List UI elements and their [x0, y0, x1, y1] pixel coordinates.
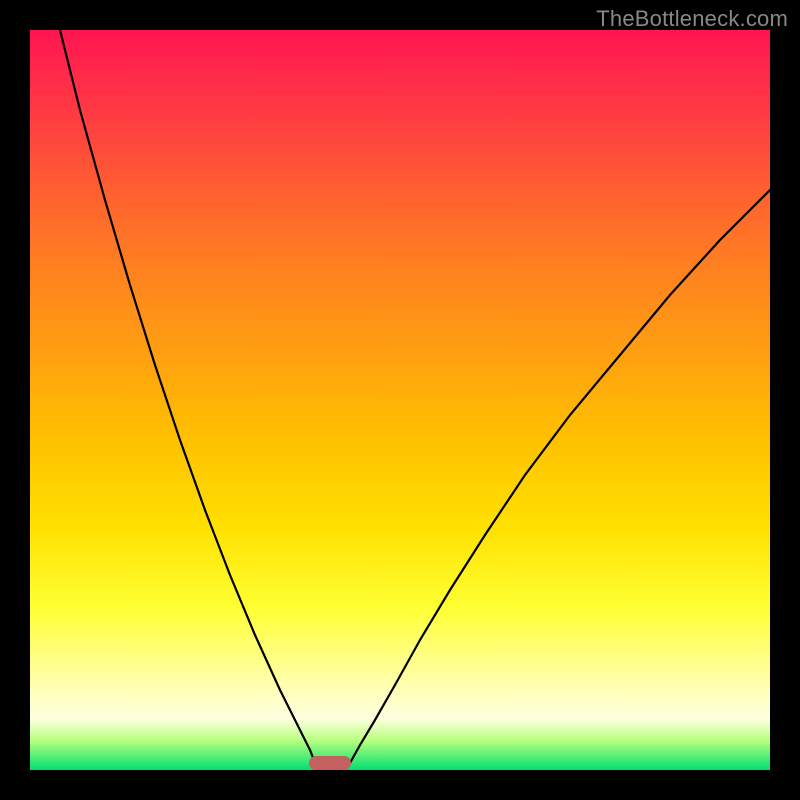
- bottleneck-marker: [309, 756, 351, 770]
- plot-area: [30, 30, 770, 770]
- chart-frame: TheBottleneck.com: [0, 0, 800, 800]
- left-curve: [60, 30, 315, 763]
- curve-layer: [30, 30, 770, 770]
- watermark-text: TheBottleneck.com: [596, 6, 788, 32]
- right-curve: [350, 190, 770, 763]
